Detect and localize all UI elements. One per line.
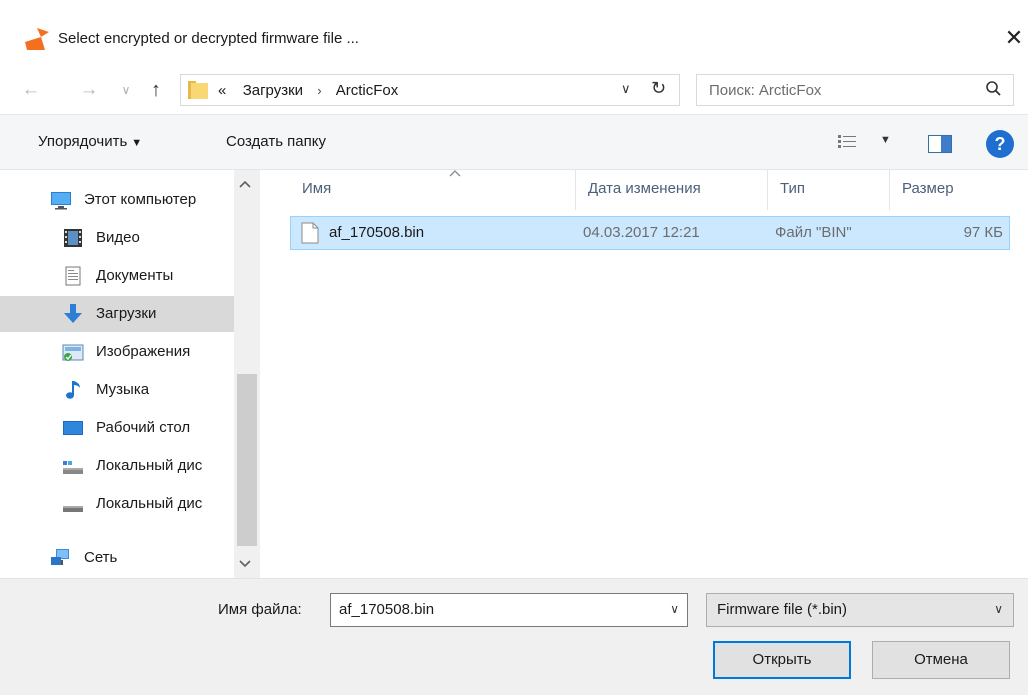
caret-down-icon: ▼ [880,134,891,146]
filename-value: af_170508.bin [339,601,435,618]
window-title: Select encrypted or decrypted firmware f… [58,30,359,47]
desktop-icon [63,421,83,435]
documents-icon [65,266,81,286]
scrollbar-thumb[interactable] [237,374,257,546]
scroll-up-arrow-icon[interactable] [238,178,252,192]
sidebar-item-music[interactable]: Музыка [0,372,234,408]
address-bar[interactable]: « Загрузки › ArcticFox ∨ ↻ [180,74,680,106]
cancel-button[interactable]: Отмена [872,641,1010,679]
computer-icon [51,192,71,210]
search-input[interactable]: Поиск: ArcticFox [696,74,1014,106]
new-folder-button[interactable]: Создать папку [226,133,326,150]
address-dropdown-chevron-icon[interactable]: ∨ [621,81,631,97]
navigation-bar: ← → ∨ ↑ « Загрузки › ArcticFox ∨ ↻ Поиск… [0,66,1028,114]
sidebar-item-documents[interactable]: Документы [0,258,234,294]
breadcrumb-separator[interactable]: › [317,83,321,98]
command-toolbar: Упорядочить ▼ Создать папку ▼ ? [0,114,1028,170]
music-icon [66,381,80,399]
breadcrumb-overflow[interactable]: « [218,82,226,99]
chevron-down-icon: ∨ [994,602,1003,616]
title-bar: Select encrypted or decrypted firmware f… [0,0,1028,66]
network-icon [51,549,69,565]
sidebar-item-label: Загрузки [96,305,157,322]
column-header-label: Дата изменения [588,180,701,197]
sidebar-item-video[interactable]: Видео [0,220,234,256]
chevron-down-icon[interactable]: ∨ [670,602,679,616]
column-header-type[interactable]: Тип [768,170,890,210]
forward-arrow-icon[interactable]: → [77,78,101,102]
column-header-label: Имя [302,180,332,197]
filename-label: Имя файла: [218,601,302,618]
breadcrumb-item-arcticfox[interactable]: ArcticFox [336,82,399,99]
sidebar-item-label: Локальный дис [96,457,203,474]
sidebar-item-label: Локальный дис [96,495,203,512]
app-icon [25,28,49,50]
sidebar-item-this-pc[interactable]: Этот компьютер [0,182,234,218]
local-disk-icon [63,461,83,474]
sidebar-item-label: Изображения [96,343,191,360]
file-row[interactable]: af_170508.bin 04.03.2017 12:21 Файл "BIN… [290,216,1010,250]
up-arrow-icon[interactable]: ↑ [144,78,168,102]
sidebar-item-local-disk-1[interactable]: Локальный дис [0,448,234,484]
file-size: 97 КБ [963,224,1003,241]
scroll-down-arrow-icon[interactable] [238,558,252,572]
sidebar-item-desktop[interactable]: Рабочий стол [0,410,234,446]
filetype-select[interactable]: Firmware file (*.bin) ∨ [706,593,1014,627]
sort-ascending-icon [449,170,461,177]
sidebar-item-label: Видео [96,229,140,246]
video-icon [64,229,82,247]
column-header-date[interactable]: Дата изменения [576,170,768,210]
search-placeholder: Поиск: ArcticFox [709,82,822,99]
recent-locations-chevron-icon[interactable]: ∨ [114,78,138,102]
sidebar-item-label: Музыка [96,381,150,398]
preview-pane-icon[interactable] [928,135,952,153]
local-disk-icon [63,506,83,512]
pictures-icon [62,344,84,361]
folder-icon [188,81,208,99]
file-date: 04.03.2017 12:21 [583,224,700,241]
organize-menu-button[interactable]: Упорядочить ▼ [38,133,142,150]
filename-input[interactable]: af_170508.bin ∨ [330,593,688,627]
caret-down-icon: ▼ [131,137,143,149]
file-list: Имя Дата изменения Тип Размер af_170508.… [260,170,1028,578]
sidebar-item-local-disk-2[interactable]: Локальный дис [0,486,234,522]
sidebar-item-label: Этот компьютер [84,191,197,208]
downloads-icon [64,304,82,323]
column-header-size[interactable]: Размер [890,170,1010,210]
column-header-label: Размер [902,180,954,197]
close-button[interactable]: ✕ [1000,22,1028,54]
file-name: af_170508.bin [329,224,425,241]
sidebar-item-label: Сеть [84,549,118,566]
search-icon[interactable] [984,80,1002,98]
sidebar-item-label: Документы [96,267,174,284]
filetype-value: Firmware file (*.bin) [717,601,848,618]
file-icon [301,222,319,244]
open-button[interactable]: Открыть [713,641,851,679]
column-header-name[interactable]: Имя [290,170,576,210]
change-view-button[interactable]: ▼ [838,131,896,155]
file-type: Файл "BIN" [775,224,852,241]
organize-label: Упорядочить [38,133,128,150]
sidebar-item-label: Рабочий стол [96,419,191,436]
back-arrow-icon[interactable]: ← [19,78,43,102]
navigation-pane: Этот компьютер Видео Документы Загрузки … [0,170,234,578]
refresh-icon[interactable]: ↻ [651,78,666,99]
sidebar-item-network[interactable]: Сеть [0,540,234,576]
breadcrumb: « Загрузки › ArcticFox [218,82,398,99]
sidebar-item-downloads[interactable]: Загрузки [0,296,234,332]
view-details-icon [838,135,856,148]
column-header-label: Тип [780,180,806,197]
sidebar-item-pictures[interactable]: Изображения [0,334,234,370]
dialog-footer: Имя файла: af_170508.bin ∨ Firmware file… [0,578,1028,695]
help-icon[interactable]: ? [986,130,1014,158]
navigation-pane-scrollbar[interactable] [234,170,260,578]
breadcrumb-item-downloads[interactable]: Загрузки [243,82,303,99]
